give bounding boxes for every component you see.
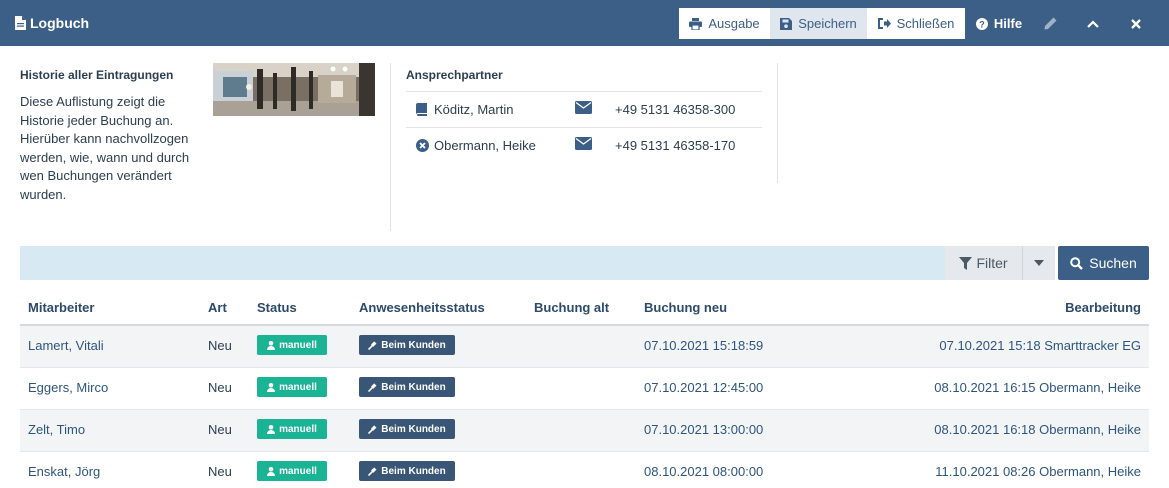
- office-photo: [213, 63, 375, 116]
- column-header-status[interactable]: Status: [257, 300, 297, 315]
- edit-button[interactable]: [1035, 8, 1065, 39]
- cell-art: Neu: [208, 380, 232, 395]
- contact-phone: +49 5131 46358-170: [615, 138, 736, 153]
- column-header-anwesenheitsstatus[interactable]: Anwesenheitsstatus: [359, 300, 485, 315]
- divider-left: [390, 63, 391, 231]
- pencil-icon: [1044, 17, 1056, 30]
- filter-icon: [959, 256, 973, 270]
- status-badge-label: manuell: [279, 465, 317, 477]
- cell-bearbeitung: 08.10.2021 16:18 Obermann, Heike: [934, 422, 1141, 437]
- presence-badge: Beim Kunden: [359, 377, 455, 397]
- cell-mitarbeiter: Zelt, Timo: [28, 422, 86, 437]
- question-circle-icon: ?: [975, 17, 988, 30]
- save-icon: [780, 17, 793, 30]
- hilfe-label: Hilfe: [993, 16, 1023, 31]
- info-title: Historie aller Eintragungen: [20, 68, 174, 82]
- ausgabe-label: Ausgabe: [708, 16, 760, 31]
- close-button[interactable]: [1121, 8, 1151, 39]
- contact-row: Obermann, Heike +49 5131 46358-170: [406, 127, 762, 163]
- table-row[interactable]: Zelt, Timo Neu manuell Beim Kunden 07.10…: [20, 410, 1149, 452]
- user-icon: [267, 340, 276, 350]
- chevron-up-icon: [1087, 19, 1099, 28]
- contact-name: Obermann, Heike: [434, 138, 536, 153]
- envelope-icon[interactable]: [575, 101, 592, 114]
- hilfe-button[interactable]: ? Hilfe: [972, 8, 1026, 39]
- column-header-art[interactable]: Art: [208, 300, 227, 315]
- status-badge: manuell: [257, 461, 327, 481]
- cell-buchung-neu: 07.10.2021 15:18:59: [644, 338, 764, 353]
- cell-bearbeitung: 08.10.2021 16:15 Obermann, Heike: [934, 380, 1141, 395]
- svg-text:?: ?: [979, 19, 985, 29]
- cancel-circle-icon: [416, 139, 429, 152]
- collapse-button[interactable]: [1078, 8, 1108, 39]
- contact-phone: +49 5131 46358-300: [615, 102, 736, 117]
- search-icon: [1070, 256, 1084, 270]
- cell-mitarbeiter: Eggers, Mirco: [28, 380, 109, 395]
- cell-buchung-neu: 07.10.2021 13:00:00: [644, 422, 764, 437]
- envelope-icon[interactable]: [575, 137, 592, 150]
- table-row[interactable]: Eggers, Mirco Neu manuell Beim Kunden 07…: [20, 368, 1149, 410]
- column-header-bearbeitung[interactable]: Bearbeitung: [1065, 300, 1141, 315]
- presence-badge-label: Beim Kunden: [381, 339, 446, 351]
- close-icon: [1131, 18, 1141, 29]
- gavel-icon: [368, 382, 377, 392]
- presence-badge-label: Beim Kunden: [381, 381, 446, 393]
- filter-dropdown-button[interactable]: [1022, 246, 1055, 280]
- cell-buchung-neu: 08.10.2021 08:00:00: [644, 464, 764, 479]
- schliessen-label: Schließen: [896, 16, 955, 31]
- gavel-icon: [368, 340, 377, 350]
- ausgabe-button[interactable]: Ausgabe: [679, 8, 770, 39]
- status-badge-label: manuell: [279, 339, 317, 351]
- status-badge: manuell: [257, 335, 327, 355]
- speichern-label: Speichern: [798, 16, 857, 31]
- cell-mitarbeiter: Lamert, Vitali: [28, 338, 104, 353]
- user-icon: [267, 424, 276, 434]
- column-header-buchung-neu[interactable]: Buchung neu: [644, 300, 727, 315]
- cell-art: Neu: [208, 422, 232, 437]
- status-badge: manuell: [257, 419, 327, 439]
- speichern-button[interactable]: Speichern: [770, 8, 867, 39]
- search-bar[interactable]: [20, 246, 945, 280]
- gavel-icon: [368, 466, 377, 476]
- status-badge-label: manuell: [279, 423, 317, 435]
- contact-row: Köditz, Martin +49 5131 46358-300: [406, 91, 762, 127]
- printer-icon: [689, 17, 703, 30]
- contact-name: Köditz, Martin: [434, 102, 514, 117]
- cell-bearbeitung: 07.10.2021 15:18 Smarttracker EG: [939, 338, 1141, 353]
- presence-badge-label: Beim Kunden: [381, 423, 446, 435]
- caret-down-icon: [1034, 260, 1044, 266]
- user-icon: [267, 466, 276, 476]
- filter-button[interactable]: Filter: [945, 246, 1022, 280]
- schliessen-button[interactable]: Schließen: [867, 8, 965, 39]
- window-title: Logbuch: [15, 0, 89, 46]
- search-button[interactable]: Suchen: [1058, 246, 1149, 280]
- divider-right: [777, 63, 778, 183]
- presence-badge-label: Beim Kunden: [381, 465, 446, 477]
- cell-art: Neu: [208, 464, 232, 479]
- sign-out-icon: [877, 18, 891, 29]
- cell-buchung-neu: 07.10.2021 12:45:00: [644, 380, 764, 395]
- status-badge: manuell: [257, 377, 327, 397]
- user-icon: [267, 382, 276, 392]
- book-icon: [416, 103, 427, 116]
- info-description: Diese Auflistung zeigt die Historie jede…: [20, 94, 190, 202]
- contacts-title: Ansprechpartner: [406, 68, 503, 82]
- search-label: Suchen: [1089, 255, 1137, 271]
- cell-bearbeitung: 11.10.2021 08:26 Obermann, Heike: [935, 464, 1141, 479]
- table-row[interactable]: Lamert, Vitali Neu manuell Beim Kunden 0…: [20, 326, 1149, 368]
- table-row[interactable]: Enskat, Jörg Neu manuell Beim Kunden 08.…: [20, 452, 1149, 488]
- filter-label: Filter: [976, 255, 1008, 271]
- column-header-mitarbeiter[interactable]: Mitarbeiter: [28, 300, 94, 315]
- column-header-buchung-alt[interactable]: Buchung alt: [534, 300, 609, 315]
- presence-badge: Beim Kunden: [359, 335, 455, 355]
- window-title-text: Logbuch: [30, 15, 90, 31]
- status-badge-label: manuell: [279, 381, 317, 393]
- window-header: Logbuch Ausgabe Speichern Schließen ? Hi…: [0, 0, 1169, 46]
- gavel-icon: [368, 424, 377, 434]
- presence-badge: Beim Kunden: [359, 461, 455, 481]
- document-icon: [15, 16, 26, 30]
- cell-art: Neu: [208, 338, 232, 353]
- presence-badge: Beim Kunden: [359, 419, 455, 439]
- cell-mitarbeiter: Enskat, Jörg: [28, 464, 101, 479]
